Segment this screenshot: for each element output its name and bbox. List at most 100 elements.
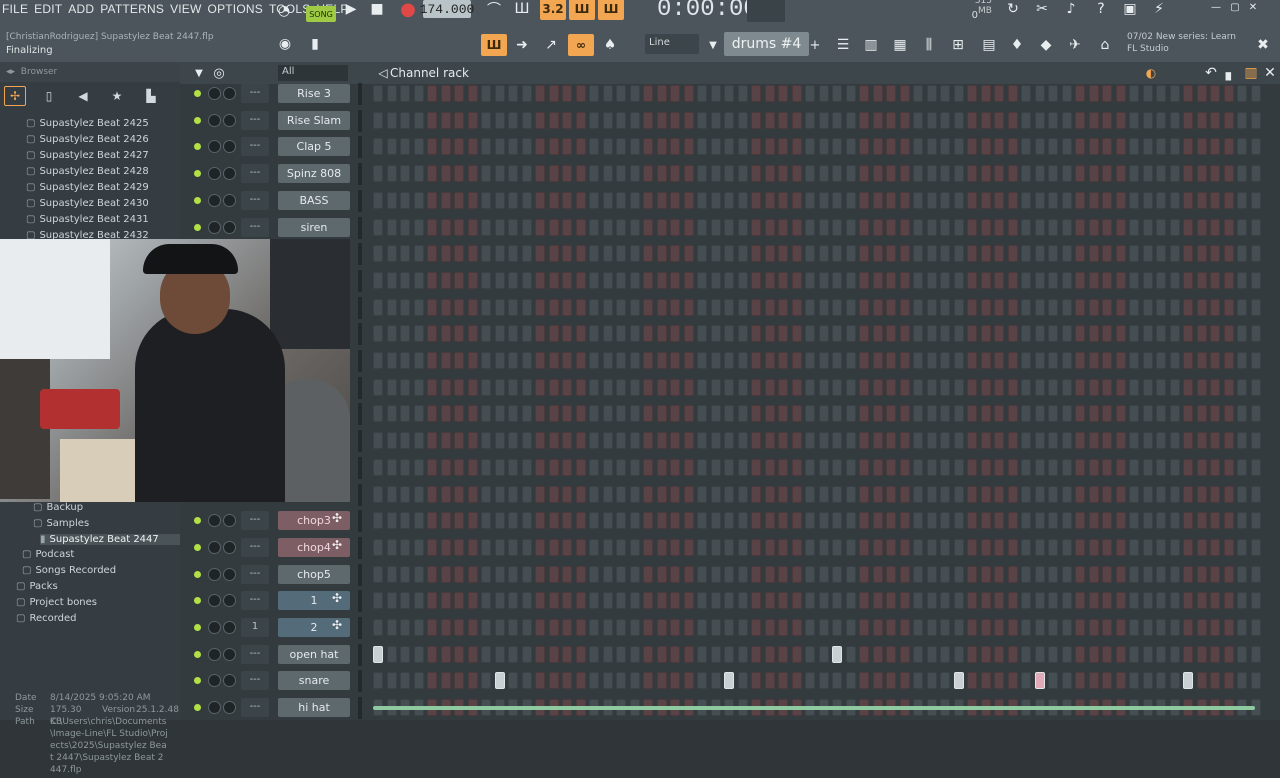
- step-button[interactable]: [872, 325, 883, 343]
- step-button[interactable]: [548, 592, 559, 610]
- step-button[interactable]: [562, 218, 572, 236]
- step-button[interactable]: [1007, 245, 1018, 263]
- channel-vol-knob[interactable]: [223, 514, 236, 528]
- step-button[interactable]: [1250, 672, 1261, 690]
- step-button[interactable]: [670, 191, 680, 209]
- step-button[interactable]: [629, 512, 640, 530]
- add-pattern-icon[interactable]: +: [808, 34, 822, 56]
- step-button[interactable]: [589, 432, 599, 450]
- step-button[interactable]: [1102, 191, 1112, 209]
- step-button[interactable]: [751, 565, 761, 583]
- step-button[interactable]: [940, 619, 950, 636]
- step-button[interactable]: [629, 298, 640, 316]
- step-button[interactable]: [1088, 672, 1099, 690]
- step-button[interactable]: [980, 325, 991, 343]
- step-button[interactable]: [656, 138, 667, 156]
- step-button[interactable]: [683, 538, 694, 556]
- step-button[interactable]: [1142, 218, 1153, 236]
- step-button[interactable]: [683, 512, 694, 530]
- step-button[interactable]: [629, 592, 640, 610]
- step-button[interactable]: [1034, 352, 1045, 369]
- step-button[interactable]: [1075, 645, 1085, 663]
- step-button[interactable]: [427, 352, 437, 369]
- step-button[interactable]: [953, 352, 964, 369]
- step-button[interactable]: [670, 512, 680, 530]
- step-button[interactable]: [521, 325, 532, 343]
- step-button[interactable]: [1142, 672, 1153, 690]
- step-button[interactable]: [440, 191, 451, 209]
- step-button[interactable]: [373, 538, 383, 556]
- step-button[interactable]: [616, 245, 626, 263]
- step-button[interactable]: [589, 218, 599, 236]
- step-button[interactable]: [562, 352, 572, 369]
- step-button[interactable]: [980, 538, 991, 556]
- step-button[interactable]: [926, 592, 937, 610]
- step-button[interactable]: [764, 111, 775, 129]
- step-button[interactable]: [427, 111, 437, 129]
- step-button[interactable]: [953, 111, 964, 129]
- step-button[interactable]: [1048, 432, 1058, 450]
- step-button[interactable]: [832, 218, 842, 236]
- step-button[interactable]: [427, 298, 437, 316]
- step-button[interactable]: [899, 111, 910, 129]
- step-button[interactable]: [1061, 325, 1072, 343]
- step-button[interactable]: [454, 191, 464, 209]
- step-button[interactable]: [1102, 512, 1112, 530]
- step-button[interactable]: [764, 298, 775, 316]
- step-button[interactable]: [913, 165, 923, 183]
- step-button[interactable]: [697, 325, 707, 343]
- step-button[interactable]: [373, 432, 383, 450]
- step-button[interactable]: [926, 298, 937, 316]
- step-button[interactable]: [1061, 85, 1072, 102]
- microphone-icon[interactable]: ♪: [1058, 0, 1084, 20]
- step-button[interactable]: [589, 512, 599, 530]
- step-button[interactable]: [494, 165, 505, 183]
- step-button[interactable]: [791, 352, 802, 369]
- step-button[interactable]: [926, 645, 937, 663]
- step-button[interactable]: [697, 512, 707, 530]
- step-button[interactable]: [832, 512, 842, 530]
- step-button[interactable]: [1156, 138, 1166, 156]
- step-button[interactable]: [575, 245, 586, 263]
- step-button[interactable]: [427, 218, 437, 236]
- step-button[interactable]: [454, 672, 464, 690]
- step-button[interactable]: [737, 565, 748, 583]
- step-button[interactable]: [791, 592, 802, 610]
- step-button[interactable]: [1183, 645, 1193, 663]
- step-button[interactable]: [724, 378, 734, 396]
- step-button[interactable]: [845, 138, 856, 156]
- step-button[interactable]: [1075, 405, 1085, 423]
- step-button[interactable]: [683, 111, 694, 129]
- step-button[interactable]: [1061, 138, 1072, 156]
- step-button[interactable]: [764, 191, 775, 209]
- step-button[interactable]: [629, 85, 640, 102]
- step-button[interactable]: [859, 619, 869, 636]
- step-button[interactable]: [778, 538, 788, 556]
- step-button[interactable]: [994, 218, 1004, 236]
- step-button[interactable]: [494, 325, 505, 343]
- step-button[interactable]: [670, 592, 680, 610]
- channel-select-bar[interactable]: [358, 483, 362, 506]
- step-button[interactable]: [805, 619, 815, 636]
- step-button[interactable]: [872, 138, 883, 156]
- step-button[interactable]: [697, 245, 707, 263]
- step-button[interactable]: [494, 298, 505, 316]
- step-button[interactable]: [602, 271, 613, 289]
- channel-name-button[interactable]: snare: [278, 671, 350, 691]
- step-button[interactable]: [778, 458, 788, 476]
- step-button[interactable]: [1196, 645, 1207, 663]
- step-button[interactable]: [508, 565, 518, 583]
- step-button[interactable]: [899, 298, 910, 316]
- step-button[interactable]: [994, 458, 1004, 476]
- step-button[interactable]: [697, 619, 707, 636]
- step-button[interactable]: [481, 432, 491, 450]
- step-button[interactable]: [980, 458, 991, 476]
- step-button[interactable]: [913, 458, 923, 476]
- step-button[interactable]: [1156, 405, 1166, 423]
- step-button[interactable]: [913, 512, 923, 530]
- step-button[interactable]: [1034, 592, 1045, 610]
- step-button[interactable]: [535, 672, 545, 690]
- step-button[interactable]: [373, 378, 383, 396]
- step-button[interactable]: [778, 432, 788, 450]
- step-button[interactable]: [440, 245, 451, 263]
